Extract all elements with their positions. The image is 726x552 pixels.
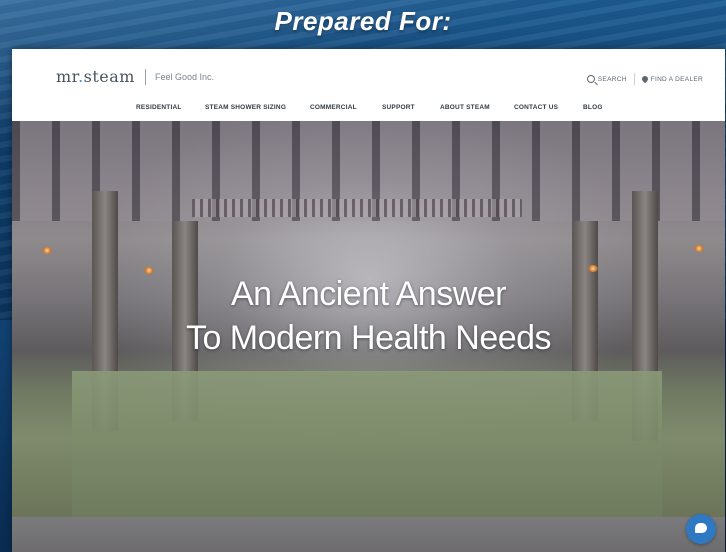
utility-links: SEARCH FIND A DEALER xyxy=(586,73,703,85)
search-link[interactable]: SEARCH xyxy=(586,75,627,83)
logo-divider xyxy=(145,69,146,85)
chat-icon xyxy=(695,523,707,533)
logo-text-left: mr xyxy=(56,67,79,86)
torch-flame xyxy=(588,265,598,272)
hero-pool xyxy=(72,371,662,521)
search-icon xyxy=(586,75,595,83)
nav-about-steam[interactable]: ABOUT STEAM xyxy=(440,104,490,111)
hero-headline-line1: An Ancient Answer xyxy=(230,275,507,313)
find-dealer-link[interactable]: FIND A DEALER xyxy=(640,74,703,84)
prepared-for-title: Prepared For: xyxy=(274,6,452,36)
logo-tagline: Feel Good Inc. xyxy=(155,72,215,82)
hero-bottom-bar xyxy=(12,517,725,552)
nav-contact-us[interactable]: CONTACT US xyxy=(514,104,558,111)
map-pin-icon xyxy=(640,74,649,84)
utility-divider xyxy=(633,73,635,85)
nav-blog[interactable]: BLOG xyxy=(583,104,603,111)
website-screenshot: mr.steam Feel Good Inc. SEARCH FIND A DE… xyxy=(12,49,725,552)
find-dealer-label: FIND A DEALER xyxy=(650,75,703,83)
search-label: SEARCH xyxy=(597,75,627,83)
main-nav: RESIDENTIAL STEAM SHOWER SIZING COMMERCI… xyxy=(12,101,725,117)
nav-commercial[interactable]: COMMERCIAL xyxy=(310,104,357,111)
torch-flame xyxy=(694,245,704,252)
hero-headline-line2: To Modern Health Needs xyxy=(185,319,552,357)
nav-support[interactable]: SUPPORT xyxy=(382,104,415,111)
logo-text-right: steam xyxy=(83,67,135,86)
chat-button[interactable] xyxy=(686,514,716,544)
site-header: mr.steam Feel Good Inc. SEARCH FIND A DE… xyxy=(12,49,725,121)
torch-flame xyxy=(42,247,52,254)
nav-steam-shower-sizing[interactable]: STEAM SHOWER SIZING xyxy=(205,104,286,111)
nav-residential[interactable]: RESIDENTIAL xyxy=(136,104,182,111)
hero-image: An Ancient Answer To Modern Health Needs xyxy=(12,121,725,521)
hero-balustrade xyxy=(192,199,522,217)
mrsteam-logo[interactable]: mr.steam xyxy=(56,67,135,86)
